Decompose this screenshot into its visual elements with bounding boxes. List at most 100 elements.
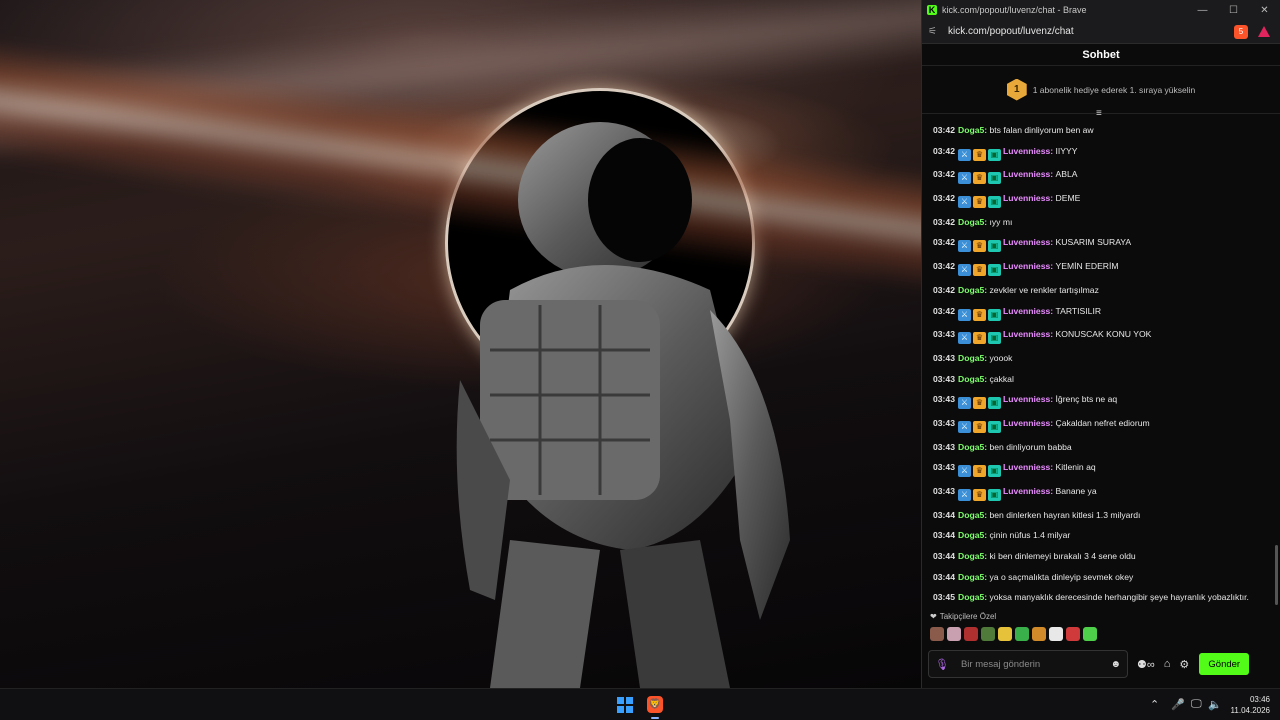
follower-emote-icon[interactable] — [1083, 627, 1097, 641]
system-clock[interactable]: 03:46 11.04.2026 — [1226, 694, 1270, 716]
users-infinity-icon[interactable]: ⚉∞ — [1137, 658, 1155, 671]
follower-emote-icon[interactable] — [1032, 627, 1046, 641]
active-app-indicator — [651, 717, 659, 719]
message-username[interactable]: Luvenniess — [1003, 193, 1050, 203]
moderator-sword-icon[interactable]: ⚔ — [957, 196, 971, 209]
microphone-tray-icon[interactable]: 🎤 — [1171, 698, 1185, 711]
gift-sub-leaderboard-promo[interactable]: 1 1 abonelik hediye ederek 1. sıraya yük… — [922, 66, 1280, 119]
message-username[interactable]: Luvenniess — [1003, 261, 1050, 271]
message-username[interactable]: Doga5 — [958, 217, 984, 227]
crown-icon[interactable]: ♛ — [972, 148, 986, 161]
moderator-sword-icon[interactable]: ⚔ — [957, 172, 971, 185]
brave-rewards-icon[interactable] — [1258, 26, 1270, 37]
crown-icon[interactable]: ♛ — [972, 489, 986, 501]
crown-icon[interactable]: ♛ — [972, 465, 986, 478]
desktop-wallpaper — [0, 0, 921, 688]
moderator-sword-icon[interactable]: ⚔ — [957, 240, 971, 253]
message-username[interactable]: Doga5 — [958, 353, 984, 363]
chevron-up-icon[interactable]: ⌃ — [1150, 698, 1159, 711]
moderator-sword-icon[interactable]: ⚔ — [957, 465, 971, 478]
chat-scrollbar[interactable] — [1275, 545, 1278, 605]
follower-emote-icon[interactable] — [1066, 627, 1080, 641]
chat-message: 03:42 Doga5: bts falan dinliyorum ben aw — [933, 123, 1262, 137]
message-username[interactable]: Luvenniess — [1003, 329, 1050, 339]
message-text: Çakaldan nefret ediorum — [1055, 417, 1150, 428]
moderator-sword-icon[interactable]: ⚔ — [957, 148, 971, 161]
url-text[interactable]: kick.com/popout/luvenz/chat — [948, 26, 1234, 37]
subscriber-badge-icon[interactable]: ▣ — [987, 308, 1001, 321]
chat-input-box[interactable]: 🎙 ☻ — [928, 650, 1128, 678]
message-username[interactable]: Doga5 — [958, 442, 984, 452]
message-username[interactable]: Luvenniess — [1003, 394, 1050, 404]
message-username[interactable]: Luvenniess — [1003, 237, 1050, 247]
subscriber-badge-icon[interactable]: ▣ — [987, 332, 1001, 345]
moderator-sword-icon[interactable]: ⚔ — [957, 420, 971, 433]
follower-emote-icon[interactable] — [1049, 627, 1063, 641]
address-bar[interactable]: ⚟ kick.com/popout/luvenz/chat 5 — [922, 20, 1280, 44]
crown-icon[interactable]: ♛ — [972, 308, 986, 321]
moderator-sword-icon[interactable]: ⚔ — [957, 264, 971, 277]
chat-message: 03:43 Doga5: yoook — [933, 351, 1262, 365]
subscriber-badge-icon[interactable]: ▣ — [987, 240, 1001, 253]
microphone-icon[interactable]: 🎙 — [935, 658, 949, 671]
follower-emote-icon[interactable] — [930, 627, 944, 641]
chat-input[interactable] — [960, 658, 1111, 670]
message-username[interactable]: Doga5 — [958, 374, 984, 384]
message-username[interactable]: Doga5 — [958, 510, 984, 520]
store-icon[interactable]: ⌂ — [1164, 658, 1171, 670]
crown-icon[interactable]: ♛ — [972, 172, 986, 185]
brave-taskbar-icon[interactable]: 🦁 — [647, 696, 663, 713]
message-username[interactable]: Luvenniess — [1003, 486, 1050, 496]
crown-icon[interactable]: ♛ — [972, 196, 986, 209]
subscriber-badge-icon[interactable]: ▣ — [987, 172, 1001, 185]
follower-emote-icon[interactable] — [1015, 627, 1029, 641]
message-username[interactable]: Doga5 — [958, 572, 984, 582]
follower-emote-icon[interactable] — [981, 627, 995, 641]
network-icon[interactable]: 🖵 — [1191, 698, 1202, 711]
chat-message: 03:43 Doga5: ben dinliyorum babba — [933, 440, 1262, 454]
volume-icon[interactable]: 🔈 — [1208, 698, 1222, 711]
follower-emote-icon[interactable] — [998, 627, 1012, 641]
subscriber-badge-icon[interactable]: ▣ — [987, 489, 1001, 501]
subscriber-badge-icon[interactable]: ▣ — [987, 420, 1001, 433]
moderator-sword-icon[interactable]: ⚔ — [957, 397, 971, 410]
message-text: YEMİN EDERİM — [1055, 261, 1119, 272]
crown-icon[interactable]: ♛ — [972, 397, 986, 410]
subscriber-badge-icon[interactable]: ▣ — [987, 264, 1001, 277]
subscriber-badge-icon[interactable]: ▣ — [987, 397, 1001, 410]
brave-shield-icon[interactable]: 5 — [1234, 24, 1248, 39]
moderator-sword-icon[interactable]: ⚔ — [957, 489, 971, 501]
follower-emote-icon[interactable] — [964, 627, 978, 641]
follower-emote-icon[interactable] — [947, 627, 961, 641]
message-timestamp: 03:42 — [933, 261, 955, 272]
message-username[interactable]: Luvenniess — [1003, 418, 1050, 428]
subscriber-badge-icon[interactable]: ▣ — [987, 148, 1001, 161]
close-button[interactable]: ✕ — [1249, 0, 1280, 20]
message-username[interactable]: Doga5 — [958, 530, 984, 540]
moderator-sword-icon[interactable]: ⚔ — [957, 332, 971, 345]
crown-icon[interactable]: ♛ — [972, 332, 986, 345]
windows-start-icon[interactable] — [617, 697, 633, 713]
settings-gear-icon[interactable]: ⚙ — [1179, 658, 1189, 671]
message-username[interactable]: Doga5 — [958, 551, 984, 561]
message-username[interactable]: Doga5 — [958, 125, 984, 135]
emoji-picker-icon[interactable]: ☻ — [1110, 659, 1121, 670]
crown-icon[interactable]: ♛ — [972, 240, 986, 253]
moderator-sword-icon[interactable]: ⚔ — [957, 308, 971, 321]
message-username[interactable]: Doga5 — [958, 285, 984, 295]
subscriber-badge-icon[interactable]: ▣ — [987, 465, 1001, 478]
message-username[interactable]: Luvenniess — [1003, 462, 1050, 472]
message-username[interactable]: Doga5 — [958, 592, 984, 602]
crown-icon[interactable]: ♛ — [972, 264, 986, 277]
send-button[interactable]: Gönder — [1199, 653, 1250, 675]
minimize-button[interactable]: — — [1187, 0, 1218, 20]
subscriber-badge-icon[interactable]: ▣ — [987, 196, 1001, 209]
maximize-button[interactable]: ☐ — [1218, 0, 1249, 20]
site-settings-icon[interactable]: ⚟ — [928, 26, 942, 37]
crown-icon[interactable]: ♛ — [972, 420, 986, 433]
message-username[interactable]: Luvenniess — [1003, 169, 1050, 179]
taskbar: 🦁 ⌃ 🎤 🖵 🔈 03:46 11.04.2026 — [0, 688, 1280, 720]
message-username[interactable]: Luvenniess — [1003, 146, 1050, 156]
chat-message: 03:43 Doga5: çakkal — [933, 372, 1262, 386]
message-username[interactable]: Luvenniess — [1003, 306, 1050, 316]
